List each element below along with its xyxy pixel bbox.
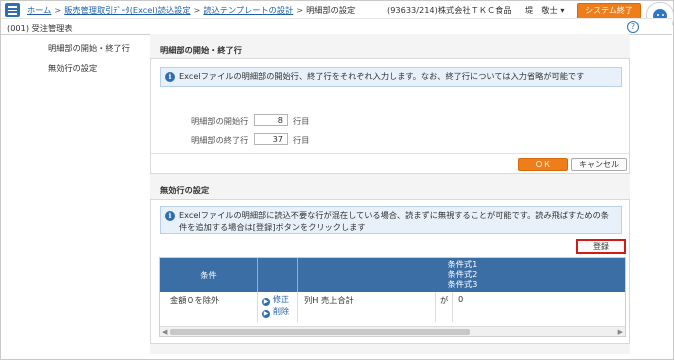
delete-arrow-icon: ▶ [262,310,270,318]
breadcrumb-home[interactable]: ホーム [27,5,51,15]
breadcrumb-template-design[interactable]: 読込テンプレートの設計 [203,5,293,15]
cell-value: 0 [458,294,464,304]
horizontal-scrollbar[interactable]: ◀ ▶ [160,326,625,336]
col-header-condition: 条件 [160,258,258,292]
start-row-input[interactable]: 8 [254,114,288,126]
cell-operator: が [436,292,453,322]
section-nav: 明細部の開始・終了行 無効行の設定 [48,42,130,82]
invalid-rows-table: 条件 条件式1 条件式2 条件式3 金額０を除外 ▶ 修正 ▶ 削除 列H 売上合計… [159,257,626,337]
system-end-button[interactable]: システム終了 [577,3,641,19]
cell-condition: 金額０を除外 [160,292,258,322]
breadcrumb-current: 明細部の設定 [306,5,356,15]
end-row-input[interactable]: 37 [254,133,288,145]
nav-item-invalid-rows[interactable]: 無効行の設定 [48,62,130,74]
edit-arrow-icon: ▶ [262,298,270,306]
detail-range-panel: i Excelファイルの明細部の開始行、終了行をそれぞれ入力します。なお、終了行… [150,58,630,174]
nav-item-detail-range[interactable]: 明細部の開始・終了行 [48,42,130,54]
table-row: 金額０を除外 ▶ 修正 ▶ 削除 列H 売上合計 が 0 [160,292,625,322]
detail-section-title: 明細部の開始・終了行 [160,45,242,55]
scroll-right-icon[interactable]: ▶ [618,328,623,336]
start-row-unit: 行目 [293,116,310,126]
breadcrumb-separator: > [54,5,62,15]
col-header-expr1: 条件式1 [447,259,478,269]
col-header-expressions: 条件式1 条件式2 条件式3 [298,258,625,292]
screen-title: (001) 受注管理表 [7,23,73,33]
help-icon[interactable]: ? [627,21,639,33]
hamburger-menu-icon[interactable] [5,3,20,17]
top-bar: ホーム > 販売管理取引ﾃﾞｰﾀ(Excel)読込設定 > 読込テンプレートの設計 > 明細… [1,1,641,19]
cancel-button[interactable]: キャンセル [571,158,627,171]
detail-info-box: i Excelファイルの明細部の開始行、終了行をそれぞれ入力します。なお、終了行… [160,67,622,87]
user-menu[interactable]: 堤 敬士 ▾ [525,4,564,16]
scroll-thumb[interactable] [170,329,470,335]
main-content: 明細部の開始・終了行 i Excelファイルの明細部の開始行、終了行をそれぞれ入… [150,34,630,354]
breadcrumb: ホーム > 販売管理取引ﾃﾞｰﾀ(Excel)読込設定 > 読込テンプレートの設計 > 明細… [27,4,355,16]
end-row-unit: 行目 [293,135,310,145]
invalid-info-box: i Excelファイルの明細部に読込不要な行が混在している場合、読まずに無視する… [160,206,622,234]
register-button[interactable]: 登録 [576,239,626,254]
screen-header: (001) 受注管理表 ? [1,18,672,35]
end-row-label: 明細部の終了行 [191,135,249,145]
breadcrumb-separator: > [296,5,304,15]
info-icon: i [165,72,175,82]
col-header-expr2: 条件式2 [447,269,478,279]
invalid-info-text-2: 件を追加する場合は[登録]ボタンをクリックします [179,222,366,232]
edit-link[interactable]: ▶ 修正 [262,294,297,306]
cell-actions: ▶ 修正 ▶ 削除 [258,292,298,322]
col-header-expr3: 条件式3 [447,279,478,289]
info-icon: i [165,211,175,221]
detail-info-text: Excelファイルの明細部の開始行、終了行をそれぞれ入力します。なお、終了行につ… [179,71,585,81]
divider [151,153,629,154]
invalid-section-title: 無効行の設定 [160,185,210,195]
breadcrumb-separator: > [193,5,201,15]
invalid-info-text-1: Excelファイルの明細部に読込不要な行が混在している場合、読まずに無視すること… [179,210,609,220]
scroll-left-icon[interactable]: ◀ [162,328,167,336]
start-row-label: 明細部の開始行 [191,116,249,126]
delete-link[interactable]: ▶ 削除 [262,306,297,318]
cell-expression: 列H 売上合計 [298,292,436,322]
table-header: 条件 条件式1 条件式2 条件式3 [160,258,625,292]
breadcrumb-excel-settings[interactable]: 販売管理取引ﾃﾞｰﾀ(Excel)読込設定 [64,5,190,15]
ok-button[interactable]: ＯＫ [518,158,568,171]
col-header-actions [258,258,298,292]
company-name: (93633/214)株式会社ＴＫＣ食品 [387,5,512,15]
